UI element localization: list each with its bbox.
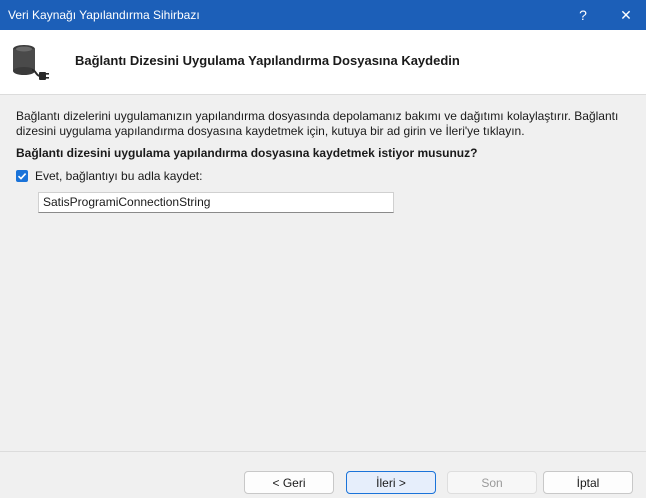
connection-name-input[interactable]: SatisProgramiConnectionString [38, 192, 394, 213]
wizard-content: Bağlantı dizelerini uygulamanızın yapıla… [0, 95, 646, 451]
finish-button: Son [447, 471, 537, 494]
window-title: Veri Kaynağı Yapılandırma Sihirbazı [8, 8, 200, 22]
wizard-header: Bağlantı Dizesini Uygulama Yapılandırma … [0, 30, 646, 95]
database-plug-icon [13, 45, 49, 80]
save-connection-checkbox[interactable] [16, 170, 28, 182]
next-button[interactable]: İleri > [346, 471, 436, 494]
save-question: Bağlantı dizesini uygulama yapılandırma … [16, 146, 478, 160]
page-title: Bağlantı Dizesini Uygulama Yapılandırma … [75, 53, 460, 68]
wizard-footer: < Geri İleri > Son İptal [0, 451, 646, 498]
cancel-button[interactable]: İptal [543, 471, 633, 494]
back-button[interactable]: < Geri [244, 471, 334, 494]
save-connection-label: Evet, bağlantıyı bu adla kaydet: [35, 169, 203, 183]
title-bar: Veri Kaynağı Yapılandırma Sihirbazı ? ✕ [0, 0, 646, 30]
close-button[interactable]: ✕ [606, 0, 646, 30]
checkmark-icon [17, 173, 27, 180]
description-text: Bağlantı dizelerini uygulamanızın yapıla… [16, 109, 619, 138]
save-connection-option[interactable]: Evet, bağlantıyı bu adla kaydet: [16, 168, 202, 184]
help-button[interactable]: ? [563, 0, 603, 30]
